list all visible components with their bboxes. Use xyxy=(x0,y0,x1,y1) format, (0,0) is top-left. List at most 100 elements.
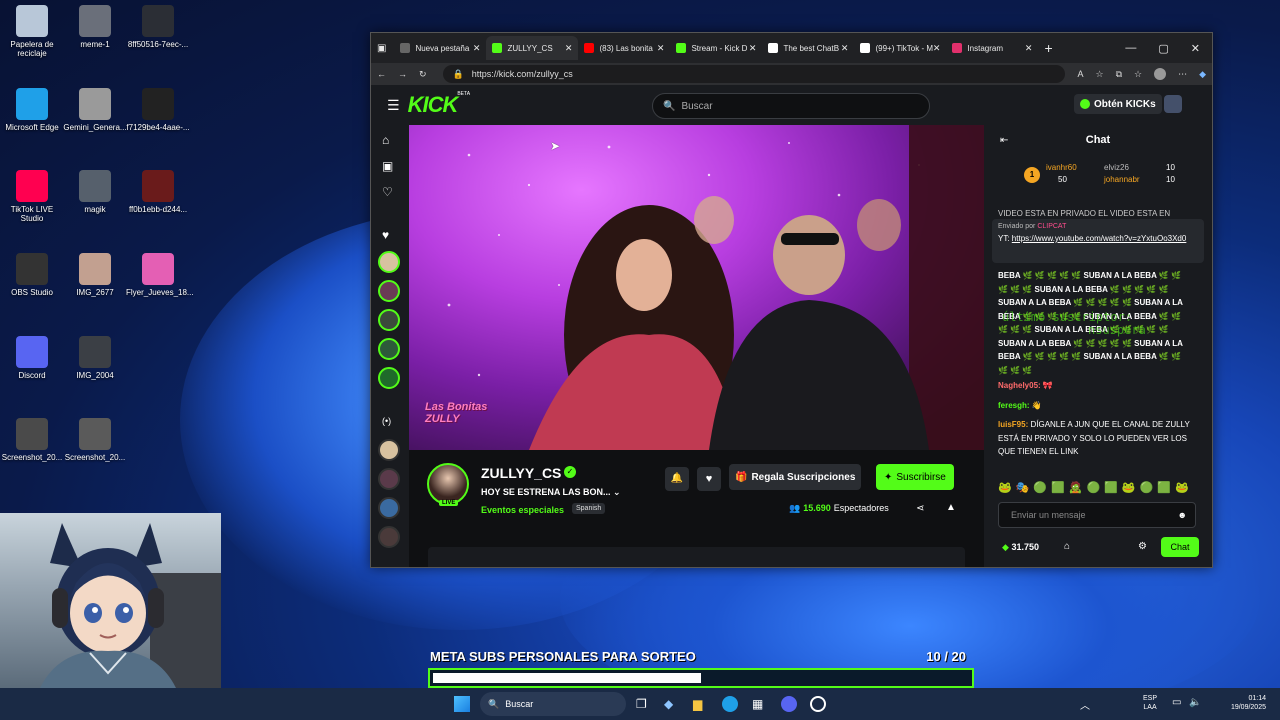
chat-settings-icon[interactable]: ⚙ xyxy=(1138,541,1147,552)
desktop-icon[interactable]: Papelera de reciclaje xyxy=(0,5,64,58)
kicks-balance[interactable]: ◆ 31.750 xyxy=(1002,542,1039,553)
chat-username[interactable]: feresgh: xyxy=(998,401,1030,410)
desktop-icon[interactable]: Gemini_Genera... xyxy=(63,88,127,132)
desktop-icon[interactable]: Flyer_Jueves_18... xyxy=(126,253,194,297)
desktop-icon[interactable]: magik xyxy=(63,170,127,214)
new-tab-button[interactable]: + xyxy=(1044,40,1052,56)
recorder-taskbar-icon[interactable] xyxy=(810,696,826,712)
close-tab-icon[interactable]: ✕ xyxy=(473,43,481,54)
close-tab-icon[interactable]: ✕ xyxy=(749,43,757,54)
followed-channel-avatar[interactable] xyxy=(378,280,400,302)
desktop-icon[interactable]: OBS Studio xyxy=(0,253,64,297)
desktop-icon[interactable]: Screenshot_20... xyxy=(0,418,64,462)
desktop-icon[interactable]: IMG_2004 xyxy=(63,336,127,380)
read-aloud-icon[interactable]: A xyxy=(1077,69,1083,79)
tray-chevron-icon[interactable]: ︿ xyxy=(1080,697,1090,712)
followed-channel-avatar[interactable] xyxy=(378,367,400,389)
volume-icon[interactable]: 🔈 xyxy=(1189,697,1201,708)
close-tab-icon[interactable]: ✕ xyxy=(1025,43,1033,54)
desktop-icon[interactable]: meme-1 xyxy=(63,5,127,49)
following-heart-icon[interactable]: ♡ xyxy=(382,185,393,199)
profile-avatar[interactable] xyxy=(1154,68,1167,80)
recommended-channel-avatar[interactable] xyxy=(378,497,400,519)
start-button[interactable] xyxy=(454,696,470,712)
chat-username[interactable]: Naghely05: xyxy=(998,381,1041,390)
close-tab-icon[interactable]: ✕ xyxy=(841,43,849,54)
followed-channel-avatar[interactable] xyxy=(378,338,400,360)
close-tab-icon[interactable]: ✕ xyxy=(657,43,665,54)
language-indicator[interactable]: ESP LAA xyxy=(1143,694,1157,712)
subscribe-button[interactable]: ✦ Suscribirse xyxy=(876,464,954,490)
browser-tab[interactable]: Instagram ✕ xyxy=(946,36,1038,60)
task-view-icon[interactable]: ❐ xyxy=(636,697,647,711)
browser-tab[interactable]: The best ChatB ✕ xyxy=(762,36,854,60)
browser-tab[interactable]: Nueva pestaña ✕ xyxy=(394,36,486,60)
followed-channel-avatar[interactable] xyxy=(378,251,400,273)
sidebar-toggle-icon[interactable]: ▣ xyxy=(377,43,386,54)
discord-taskbar-icon[interactable] xyxy=(781,696,797,712)
language-tag[interactable]: Spanish xyxy=(572,503,606,514)
desktop-icon[interactable]: Discord xyxy=(0,336,64,380)
follow-heart-button[interactable]: ♥ xyxy=(697,467,721,491)
more-menu-icon[interactable]: ⋯ xyxy=(1178,69,1187,80)
network-icon[interactable]: ▭ xyxy=(1172,697,1181,708)
taskbar-search[interactable]: 🔍 Buscar xyxy=(480,692,626,716)
browser-tab[interactable]: Stream - Kick D ✕ xyxy=(670,36,762,60)
recommended-channel-avatar[interactable] xyxy=(378,526,400,548)
file-explorer-icon[interactable]: ▆ xyxy=(693,697,702,711)
get-kicks-button[interactable]: Obtén KICKs xyxy=(1074,94,1162,114)
browser-tab[interactable]: (99+) TikTok - M ✕ xyxy=(854,36,946,60)
refresh-icon[interactable]: ↻ xyxy=(419,69,427,80)
desktop-icon[interactable]: Microsoft Edge xyxy=(0,88,64,132)
home-icon[interactable]: ⌂ xyxy=(382,133,389,147)
notification-bell-button[interactable]: 🔔 xyxy=(665,467,689,491)
edge-taskbar-icon[interactable] xyxy=(722,696,738,712)
send-chat-button[interactable]: Chat xyxy=(1161,537,1199,557)
channel-avatar[interactable] xyxy=(427,463,469,505)
browser-tab[interactable]: ZULLYY_CS ✕ xyxy=(486,36,579,60)
desktop-icon[interactable]: f7129be4-4aae-... xyxy=(126,88,190,132)
close-tab-icon[interactable]: ✕ xyxy=(565,43,573,54)
desktop-icon[interactable]: ff0b1ebb-d244... xyxy=(126,170,190,214)
extensions-icon[interactable]: ⧉ xyxy=(1116,69,1122,80)
chat-username[interactable]: luisF95: xyxy=(998,420,1028,429)
share-icon[interactable]: ⋖ xyxy=(916,503,924,514)
recommended-channel-avatar[interactable] xyxy=(378,468,400,490)
gift-subs-button[interactable]: 🎁 Regala Suscripciones xyxy=(729,464,862,490)
video-player[interactable]: Las Bonitas ZULLY xyxy=(409,125,984,450)
chevron-down-icon[interactable]: ⌄ xyxy=(613,487,621,497)
store-icon[interactable]: ⌂ xyxy=(1064,541,1070,552)
desktop-icon[interactable]: Screenshot_20... xyxy=(63,418,127,462)
browser-tab[interactable]: (83) Las bonita ✕ xyxy=(578,36,670,60)
followed-channel-avatar[interactable] xyxy=(378,309,400,331)
close-window-button[interactable]: ✕ xyxy=(1191,42,1200,55)
menu-icon[interactable]: ☰ xyxy=(387,97,400,114)
category-link[interactable]: Eventos especiales xyxy=(481,505,564,515)
pinned-message[interactable]: Enviado por CLIPCAT YT: https://www.yout… xyxy=(992,219,1204,263)
store-taskbar-icon[interactable]: ▦ xyxy=(752,697,763,711)
forward-icon[interactable]: → xyxy=(398,69,407,79)
desktop-icon[interactable]: 8ff50516-7eec-... xyxy=(126,5,190,49)
address-bar[interactable]: 🔒 https://kick.com/zullyy_cs xyxy=(442,65,1066,83)
chat-input[interactable]: Enviar un mensaje ☻ xyxy=(998,502,1196,528)
desktop-icon[interactable]: TikTok LIVE Studio xyxy=(0,170,64,223)
channel-name[interactable]: ZULLYY_CS xyxy=(481,465,561,481)
pinned-link[interactable]: https://www.youtube.com/watch?v=zYxtuOo3… xyxy=(1012,234,1187,243)
close-tab-icon[interactable]: ✕ xyxy=(933,43,941,54)
clock[interactable]: 01:14 19/09/2025 xyxy=(1222,694,1266,712)
report-icon[interactable]: ▲ xyxy=(946,502,956,513)
kick-logo[interactable]: KICK xyxy=(408,92,459,118)
maximize-button[interactable]: ▢ xyxy=(1158,42,1168,55)
emoji-icon[interactable]: ☻ xyxy=(1178,510,1187,520)
user-avatar[interactable] xyxy=(1164,95,1182,113)
copilot-icon[interactable]: ◆ xyxy=(1199,69,1206,80)
browse-icon[interactable]: ▣ xyxy=(382,159,393,173)
copilot-taskbar-icon[interactable]: ◆ xyxy=(664,697,673,711)
favorite-star-icon[interactable]: ☆ xyxy=(1095,69,1103,80)
collections-icon[interactable]: ☆ xyxy=(1134,69,1142,80)
minimize-button[interactable]: — xyxy=(1125,42,1136,55)
desktop-icon[interactable]: IMG_2677 xyxy=(63,253,127,297)
back-icon[interactable]: ← xyxy=(377,69,386,79)
search-input[interactable]: 🔍 Buscar xyxy=(652,93,930,119)
recommended-channel-avatar[interactable] xyxy=(378,439,400,461)
